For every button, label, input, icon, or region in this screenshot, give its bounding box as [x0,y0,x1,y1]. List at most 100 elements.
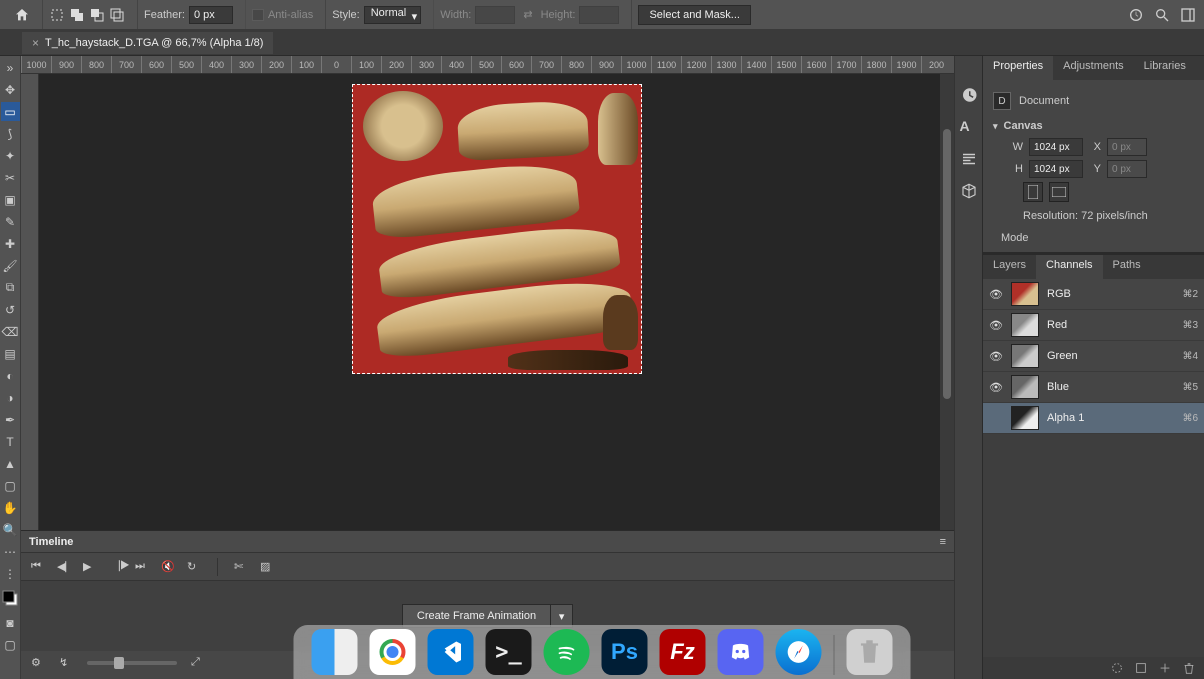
quick-mask-toggle[interactable]: ◙ [1,613,20,632]
delete-channel-icon[interactable] [1182,661,1196,675]
foreground-background-colors[interactable] [1,586,20,610]
transition-icon[interactable]: ▨ [260,560,274,574]
dock-app-finder[interactable] [312,629,358,675]
timeline-menu-icon[interactable]: ≡ [940,536,946,548]
clone-stamp-tool[interactable]: ⧉ [1,278,20,297]
timeline-convert-icon[interactable]: ↯ [59,656,73,670]
channel-row[interactable]: Alpha 1⌘6 [983,403,1204,434]
gradient-tool[interactable]: ▤ [1,344,20,363]
play-icon[interactable]: ▶ [83,560,97,574]
canvas-height-input[interactable] [1029,160,1083,178]
zoom-tool[interactable]: 🔍 [1,520,20,539]
subtract-selection-icon[interactable] [89,7,105,23]
screen-mode-toggle[interactable]: ▢ [1,635,20,654]
tab-layers[interactable]: Layers [983,255,1036,279]
dodge-tool[interactable]: ◑ [1,388,20,407]
style-select[interactable]: Normal ▾ [364,6,421,24]
document-tab[interactable]: × T_hc_haystack_D.TGA @ 66,7% (Alpha 1/8… [22,32,273,54]
character-panel-icon[interactable]: A [960,118,978,136]
loop-icon[interactable]: ↻ [187,560,201,574]
visibility-toggle-icon[interactable]: 👁 [989,381,1003,394]
hand-tool[interactable]: ✋ [1,498,20,517]
frame-tool[interactable]: ▣ [1,190,20,209]
3d-panel-icon[interactable] [960,182,978,200]
load-selection-icon[interactable] [1110,661,1124,675]
pen-tool[interactable]: ✒ [1,410,20,429]
orientation-landscape-button[interactable] [1049,182,1069,202]
timeline-options-icon[interactable]: ⚙ [31,656,45,670]
canvas-section-header[interactable]: ▾ Canvas [993,120,1194,132]
shape-tool[interactable]: ▢ [1,476,20,495]
dock-app-terminal[interactable]: >_ [486,629,532,675]
channel-row[interactable]: 👁Green⌘4 [983,341,1204,372]
tab-properties[interactable]: Properties [983,56,1053,80]
path-select-tool[interactable]: ▲ [1,454,20,473]
canvas-y-input [1107,160,1147,178]
width-input [475,6,515,24]
intersect-selection-icon[interactable] [109,7,125,23]
go-to-prev-frame-icon[interactable]: ◀⎸ [57,560,71,574]
history-brush-tool[interactable]: ↺ [1,300,20,319]
feather-input[interactable] [189,6,233,24]
timeline-zoom-icon[interactable]: ⤢ [191,656,205,670]
home-icon[interactable] [14,7,30,23]
workspace-icon[interactable] [1180,7,1196,23]
new-selection-icon[interactable] [49,7,65,23]
dock-app-vscode[interactable] [428,629,474,675]
dock-trash[interactable] [847,629,893,675]
channel-row[interactable]: 👁Blue⌘5 [983,372,1204,403]
ruler-tick: 500 [471,56,501,73]
tab-libraries[interactable]: Libraries [1134,56,1196,80]
audio-mute-icon[interactable]: 🔇 [161,560,175,574]
visibility-toggle-icon[interactable]: 👁 [989,319,1003,332]
dock-app-photoshop[interactable]: Ps [602,629,648,675]
eyedropper-tool[interactable]: ✎ [1,212,20,231]
history-panel-icon[interactable] [960,86,978,104]
dock-app-discord[interactable] [718,629,764,675]
new-channel-icon[interactable] [1158,661,1172,675]
channel-row[interactable]: 👁Red⌘3 [983,310,1204,341]
magic-wand-tool[interactable]: ✦ [1,146,20,165]
type-tool[interactable]: T [1,432,20,451]
canvas-width-input[interactable] [1029,138,1083,156]
search-icon[interactable] [1154,7,1170,23]
close-tab-icon[interactable]: × [32,36,39,50]
eraser-tool[interactable]: ⌫ [1,322,20,341]
dock-app-filezilla[interactable]: Fz [660,629,706,675]
go-to-last-frame-icon[interactable]: ⏭ [135,560,149,574]
add-to-selection-icon[interactable] [69,7,85,23]
go-to-next-frame-icon[interactable]: ⎹▶ [109,560,123,574]
blur-tool[interactable]: ◐ [1,366,20,385]
dock-app-chrome[interactable] [370,629,416,675]
go-to-first-frame-icon[interactable]: ⏮ [31,560,45,574]
save-selection-icon[interactable] [1134,661,1148,675]
tab-adjustments[interactable]: Adjustments [1053,56,1134,80]
cloud-sync-icon[interactable] [1128,7,1144,23]
healing-tool[interactable]: ✚ [1,234,20,253]
split-clip-icon[interactable]: ✄ [234,560,248,574]
orientation-portrait-button[interactable] [1023,182,1043,202]
visibility-toggle-icon[interactable]: 👁 [989,350,1003,363]
channel-row[interactable]: 👁RGB⌘2 [983,279,1204,310]
move-tool[interactable]: ✥ [1,80,20,99]
marquee-tool[interactable]: ▭ [1,102,20,121]
ruler-tick: 500 [171,56,201,73]
ruler-tick: 300 [411,56,441,73]
paragraph-panel-icon[interactable] [960,150,978,168]
visibility-toggle-icon[interactable]: 👁 [989,288,1003,301]
timeline-zoom-slider[interactable] [87,661,177,665]
tab-channels[interactable]: Channels [1036,255,1102,279]
lasso-tool[interactable]: ⟆ [1,124,20,143]
edit-toolbar[interactable]: ⋮ [1,564,20,583]
select-and-mask-button[interactable]: Select and Mask... [638,5,751,25]
ruler-tick: 1900 [891,56,921,73]
dock-app-spotify[interactable] [544,629,590,675]
ruler-tick: 100 [351,56,381,73]
resolution-value: 72 pixels/inch [1081,210,1148,222]
more-tools[interactable]: ⋯ [1,542,20,561]
brush-tool[interactable]: 🖌 [1,256,20,275]
tool-double-arrow-icon[interactable]: » [1,58,20,77]
crop-tool[interactable]: ✂ [1,168,20,187]
dock-app-safari[interactable] [776,629,822,675]
tab-paths[interactable]: Paths [1103,255,1151,279]
